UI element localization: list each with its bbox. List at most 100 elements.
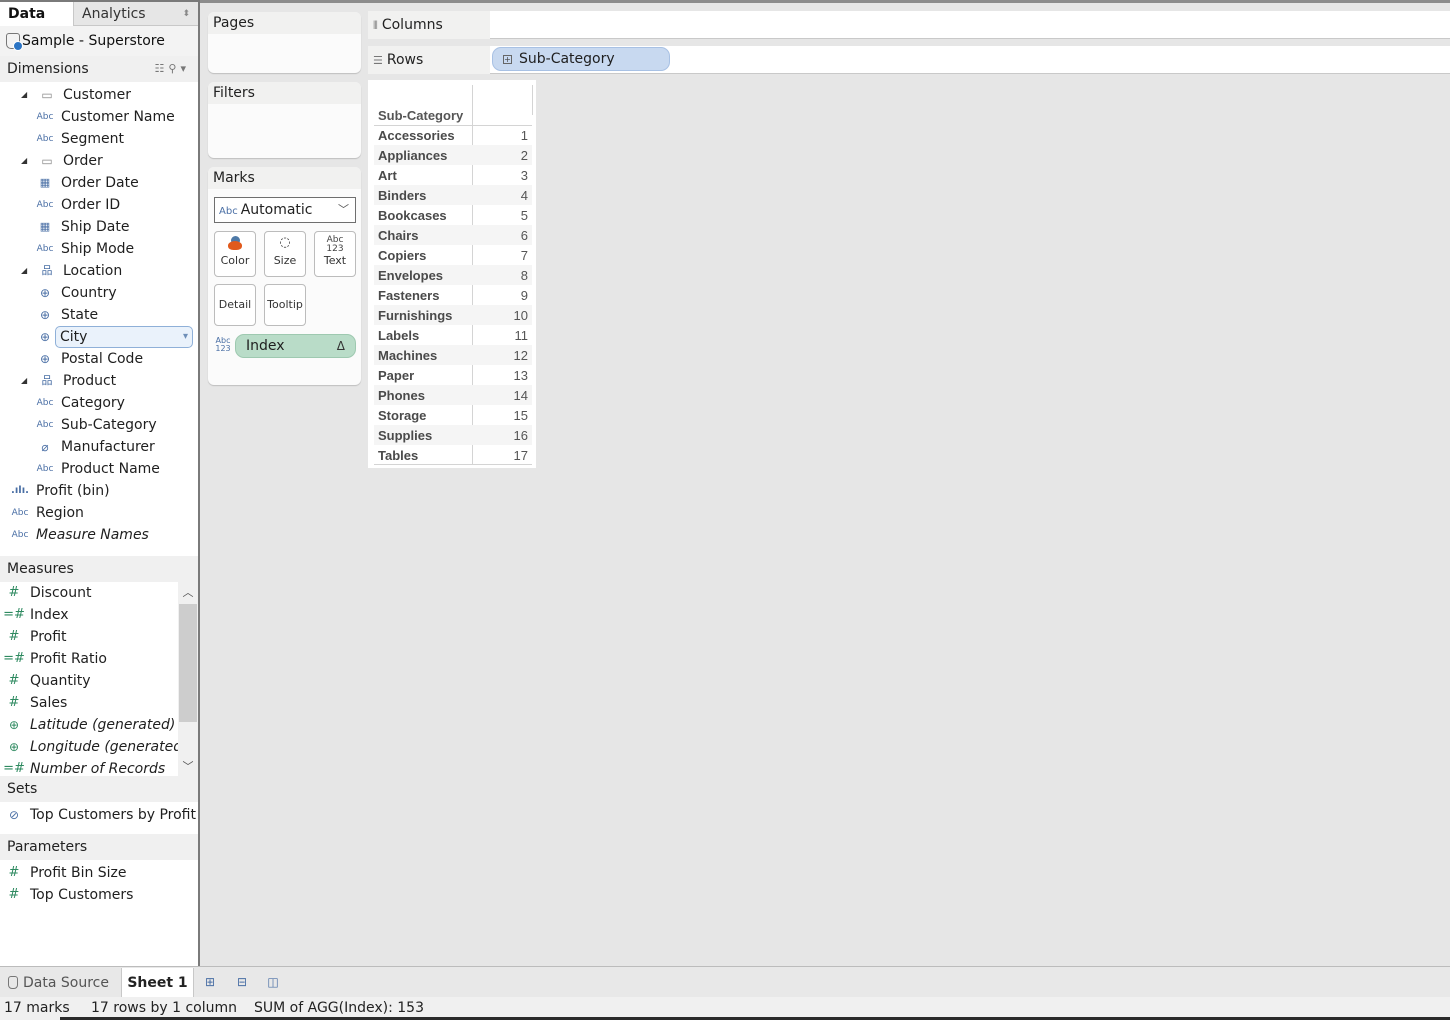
chevron-down-icon[interactable]: ▾ xyxy=(180,62,190,75)
index-value[interactable]: 10 xyxy=(472,305,532,325)
table-row[interactable]: Appliances 2 xyxy=(374,145,532,165)
pages-shelf[interactable]: Pages xyxy=(208,12,361,73)
index-value[interactable]: 13 xyxy=(472,365,532,385)
field-profit-bin-size[interactable]: # Profit Bin Size xyxy=(0,862,198,884)
field-state[interactable]: ⊕ State xyxy=(0,304,198,326)
row-header[interactable]: Tables xyxy=(374,445,472,465)
index-value[interactable]: 15 xyxy=(472,405,532,425)
index-value[interactable]: 7 xyxy=(472,245,532,265)
field-profit-bin[interactable]: .ılı. Profit (bin) xyxy=(0,480,198,502)
row-header[interactable]: Art xyxy=(374,165,472,185)
field-quantity[interactable]: # Quantity xyxy=(0,670,198,692)
expand-icon[interactable]: + xyxy=(503,55,512,64)
row-header[interactable]: Labels xyxy=(374,325,472,345)
new-story-icon[interactable]: ◫ xyxy=(265,975,281,989)
index-value[interactable]: 14 xyxy=(472,385,532,405)
index-value[interactable]: 12 xyxy=(472,345,532,365)
mark-type-dropdown[interactable]: Abc Automatic ﹀ xyxy=(214,197,356,223)
table-row[interactable]: Machines 12 xyxy=(374,345,532,365)
row-header[interactable]: Accessories xyxy=(374,125,472,145)
table-row[interactable]: Tables 17 xyxy=(374,445,532,465)
view-list-icon[interactable]: ☷ xyxy=(155,62,169,75)
index-value[interactable]: 5 xyxy=(472,205,532,225)
row-header[interactable]: Paper xyxy=(374,365,472,385)
table-row[interactable]: Envelopes 8 xyxy=(374,265,532,285)
row-header[interactable]: Fasteners xyxy=(374,285,472,305)
field-country[interactable]: ⊕ Country xyxy=(0,282,198,304)
collapse-arrow-icon[interactable]: ◢ xyxy=(21,84,29,106)
field-sub-category[interactable]: Abc Sub-Category xyxy=(0,414,198,436)
sub-category-pill[interactable]: + Sub-Category xyxy=(492,47,670,71)
field-profit[interactable]: # Profit xyxy=(0,626,198,648)
field-profit-ratio[interactable]: =# Profit Ratio xyxy=(0,648,198,670)
row-header[interactable]: Phones xyxy=(374,385,472,405)
measures-scrollbar[interactable]: ︿ ﹀ xyxy=(178,582,198,776)
table-row[interactable]: Supplies 16 xyxy=(374,425,532,445)
row-header[interactable]: Appliances xyxy=(374,145,472,165)
collapse-arrow-icon[interactable]: ◢ xyxy=(21,150,29,172)
tooltip-button[interactable]: Tooltip xyxy=(264,284,306,326)
sub-category-header[interactable]: Sub-Category xyxy=(378,108,463,123)
filters-shelf[interactable]: Filters xyxy=(208,82,361,158)
field-order-id[interactable]: Abc Order ID xyxy=(0,194,198,216)
field-product[interactable]: ◢ 品 Product xyxy=(0,370,198,392)
index-value[interactable]: 2 xyxy=(472,145,532,165)
index-value[interactable]: 17 xyxy=(472,445,532,465)
new-dashboard-icon[interactable]: ⊟ xyxy=(234,975,250,989)
field-discount[interactable]: # Discount xyxy=(0,582,198,604)
field-sales[interactable]: # Sales xyxy=(0,692,198,714)
updown-icon[interactable]: ⬍ xyxy=(182,2,190,26)
row-header[interactable]: Bookcases xyxy=(374,205,472,225)
field-index[interactable]: =# Index xyxy=(0,604,198,626)
table-row[interactable]: Furnishings 10 xyxy=(374,305,532,325)
index-value[interactable]: 9 xyxy=(472,285,532,305)
datasource-item[interactable]: Sample - Superstore xyxy=(0,26,198,56)
table-row[interactable]: Paper 13 xyxy=(374,365,532,385)
field-city[interactable]: ⊕ City xyxy=(0,326,198,348)
detail-button[interactable]: Detail xyxy=(214,284,256,326)
table-row[interactable]: Storage 15 xyxy=(374,405,532,425)
text-button[interactable]: Abc 123 Text xyxy=(314,231,356,277)
field-measure-names[interactable]: Abc Measure Names xyxy=(0,524,198,546)
table-row[interactable]: Phones 14 xyxy=(374,385,532,405)
table-row[interactable]: Labels 11 xyxy=(374,325,532,345)
row-header[interactable]: Binders xyxy=(374,185,472,205)
field-ship-date[interactable]: ▦ Ship Date xyxy=(0,216,198,238)
table-row[interactable]: Art 3 xyxy=(374,165,532,185)
collapse-arrow-icon[interactable]: ◢ xyxy=(21,370,29,392)
index-pill[interactable]: Index Δ xyxy=(235,334,356,358)
table-row[interactable]: Bookcases 5 xyxy=(374,205,532,225)
new-worksheet-icon[interactable]: ⊞ xyxy=(202,975,218,989)
size-button[interactable]: ◌ Size xyxy=(264,231,306,277)
field-latitude-generated[interactable]: ⊕ Latitude (generated) xyxy=(0,714,198,736)
row-header[interactable]: Copiers xyxy=(374,245,472,265)
row-header[interactable]: Envelopes xyxy=(374,265,472,285)
field-postal-code[interactable]: ⊕ Postal Code xyxy=(0,348,198,370)
field-location[interactable]: ◢ 品 Location xyxy=(0,260,198,282)
rows-shelf[interactable]: ☰ Rows + Sub-Category xyxy=(368,46,1450,74)
field-product-name[interactable]: Abc Product Name xyxy=(0,458,198,480)
columns-shelf[interactable]: ⦀ Columns xyxy=(368,11,1450,39)
field-region[interactable]: Abc Region xyxy=(0,502,198,524)
field-order-date[interactable]: ▦ Order Date xyxy=(0,172,198,194)
field-top-customers[interactable]: # Top Customers xyxy=(0,884,198,906)
row-header[interactable]: Chairs xyxy=(374,225,472,245)
field-manufacturer[interactable]: ⌀ Manufacturer xyxy=(0,436,198,458)
field-ship-mode[interactable]: Abc Ship Mode xyxy=(0,238,198,260)
field-customer-name[interactable]: Abc Customer Name xyxy=(0,106,198,128)
sheet-1-tab[interactable]: Sheet 1 xyxy=(121,968,194,998)
row-header[interactable]: Furnishings xyxy=(374,305,472,325)
table-row[interactable]: Chairs 6 xyxy=(374,225,532,245)
row-header[interactable]: Storage xyxy=(374,405,472,425)
tab-analytics[interactable]: Analytics ⬍ xyxy=(73,2,198,26)
field-order[interactable]: ◢ ▭ Order xyxy=(0,150,198,172)
index-value[interactable]: 16 xyxy=(472,425,532,445)
index-value[interactable]: 11 xyxy=(472,325,532,345)
data-source-tab[interactable]: Data Source xyxy=(0,968,121,998)
row-header[interactable]: Supplies xyxy=(374,425,472,445)
table-row[interactable]: Copiers 7 xyxy=(374,245,532,265)
scroll-up-icon[interactable]: ︿ xyxy=(178,584,198,600)
index-value[interactable]: 1 xyxy=(472,125,532,145)
row-header[interactable]: Machines xyxy=(374,345,472,365)
field-category[interactable]: Abc Category xyxy=(0,392,198,414)
